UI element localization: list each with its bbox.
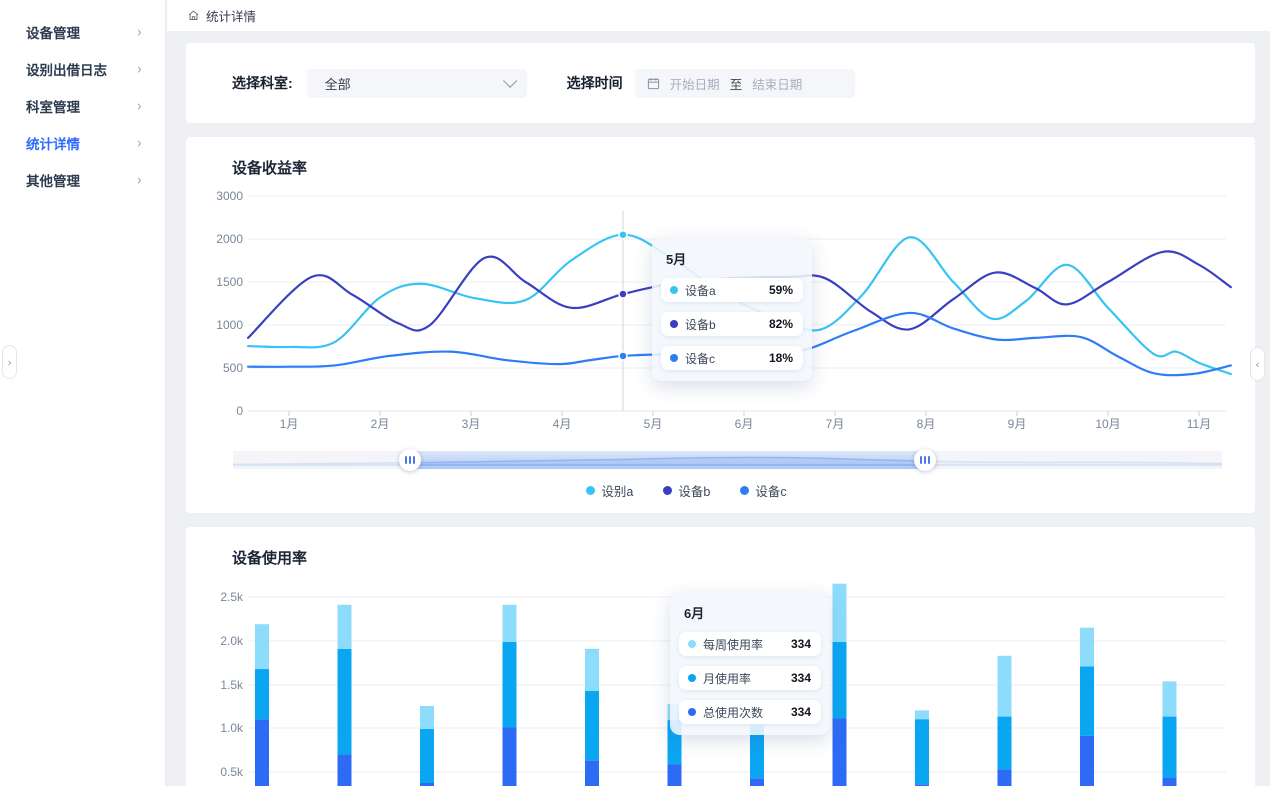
x-axis-label: 6月 (735, 415, 754, 432)
panel-collapse-button[interactable]: ‹ (1250, 347, 1265, 381)
datazoom-right-handle[interactable] (914, 449, 936, 471)
x-axis-label: 7月 (826, 415, 845, 432)
tooltip-row: 月使用率 334 (679, 666, 821, 690)
date-range-separator: 至 (730, 74, 743, 93)
sidebar-item-label: 设别出借日志 (26, 59, 107, 79)
tooltip-row: 设备b 82% (661, 312, 803, 336)
legend-dot (663, 486, 672, 495)
legend-dot (586, 486, 595, 495)
y-axis-label: 3000 (197, 189, 243, 203)
line-chart-legend: 设别a 设备b 设备c (152, 481, 1221, 500)
end-date-input[interactable]: 结束日期 (752, 74, 802, 93)
x-axis-label: 5月 (644, 415, 663, 432)
y-axis-label: 1.0k (197, 721, 243, 735)
x-axis-label: 9月 (1008, 415, 1027, 432)
x-axis-label: 8月 (917, 415, 936, 432)
datazoom-left-handle[interactable] (399, 449, 421, 471)
department-filter-label: 选择科室: (232, 73, 293, 93)
series-dot (688, 640, 696, 648)
x-axis-label: 3月 (462, 415, 481, 432)
series-dot (688, 674, 696, 682)
x-axis-label: 11月 (1187, 415, 1211, 432)
sidebar-item-device-management[interactable]: 设备管理 › (0, 13, 165, 50)
y-axis-label: 1000 (197, 318, 243, 332)
datazoom-track[interactable] (233, 451, 1222, 469)
start-date-input[interactable]: 开始日期 (670, 74, 720, 93)
chevron-right-icon: › (136, 134, 143, 152)
x-axis-label: 2月 (371, 415, 390, 432)
filter-bar: 选择科室: 全部 选择时间 开始日期 至 结束日期 (186, 43, 1255, 123)
chevron-right-icon: › (136, 23, 143, 41)
chevron-down-icon (503, 74, 517, 88)
department-select-value: 全部 (325, 74, 351, 93)
main-content: 统计详情 选择科室: 全部 选择时间 开始日期 至 结束日期 设备收益率 300… (167, 0, 1270, 786)
legend-item-series-a[interactable]: 设别a (586, 481, 633, 500)
tooltip-row: 总使用次数 334 (679, 700, 821, 724)
sidebar-expand-button[interactable]: › (2, 345, 17, 379)
legend-item-series-c[interactable]: 设备c (740, 481, 786, 500)
chevron-right-icon: › (136, 97, 143, 115)
series-dot (670, 286, 678, 294)
chevron-right-icon: › (136, 60, 143, 78)
calendar-icon (647, 77, 660, 90)
x-axis-label: 4月 (553, 415, 572, 432)
datazoom-slider[interactable] (233, 451, 1222, 469)
breadcrumb-title: 统计详情 (206, 6, 256, 25)
usage-chart-card: 设备使用率 2.5k 2.0k 1.5k 1.0k 0.5k 6月 每周使用率 … (186, 527, 1255, 786)
series-dot (688, 708, 696, 716)
sidebar-item-label: 科室管理 (26, 96, 80, 116)
department-select[interactable]: 全部 (307, 69, 527, 98)
sidebar-item-label: 统计详情 (26, 133, 80, 153)
y-axis-label: 2.0k (197, 634, 243, 648)
sidebar-item-lend-log[interactable]: 设别出借日志 › (0, 50, 165, 87)
home-icon (187, 9, 200, 22)
tooltip-row: 设备a 59% (661, 278, 803, 302)
revenue-chart-card: 设备收益率 3000 2000 1500 1000 500 0 1月 2月 3月… (186, 137, 1255, 513)
legend-dot (740, 486, 749, 495)
chevron-right-icon: › (136, 171, 143, 189)
y-axis-label: 0 (197, 404, 243, 418)
datazoom-unselected-right (925, 451, 1222, 469)
chevron-right-icon: › (6, 356, 13, 369)
series-dot (670, 320, 678, 328)
x-axis-label: 1月 (280, 415, 299, 432)
x-axis-label: 10月 (1095, 415, 1120, 432)
date-range-picker[interactable]: 开始日期 至 结束日期 (635, 69, 855, 98)
sidebar-item-label: 其他管理 (26, 170, 80, 190)
y-axis-label: 500 (197, 361, 243, 375)
chevron-left-icon: ‹ (1254, 358, 1261, 371)
sidebar-item-department[interactable]: 科室管理 › (0, 87, 165, 124)
y-axis-label: 1.5k (197, 678, 243, 692)
tooltip-title: 5月 (666, 249, 803, 268)
tooltip-row: 每周使用率 334 (679, 632, 821, 656)
y-axis-label: 0.5k (197, 765, 243, 779)
datazoom-unselected-left (233, 451, 410, 469)
y-axis-label: 1500 (197, 275, 243, 289)
sidebar-item-other[interactable]: 其他管理 › (0, 161, 165, 198)
legend-item-series-b[interactable]: 设备b (663, 481, 710, 500)
y-axis-label: 2.5k (197, 590, 243, 604)
y-axis-label: 2000 (197, 232, 243, 246)
time-filter-label: 选择时间 (567, 73, 623, 93)
series-dot (670, 354, 678, 362)
sidebar-item-statistics[interactable]: 统计详情 › (0, 124, 165, 161)
tooltip-title: 6月 (684, 603, 821, 622)
sidebar: 设备管理 › 设别出借日志 › 科室管理 › 统计详情 › 其他管理 › (0, 0, 166, 786)
bar-chart-tooltip: 6月 每周使用率 334 月使用率 334 总使用次数 334 (670, 591, 830, 735)
sidebar-item-label: 设备管理 (26, 22, 80, 42)
breadcrumb: 统计详情 (167, 0, 1270, 31)
line-chart-tooltip: 5月 设备a 59% 设备b 82% 设备c 18% (652, 237, 812, 381)
tooltip-row: 设备c 18% (661, 346, 803, 370)
